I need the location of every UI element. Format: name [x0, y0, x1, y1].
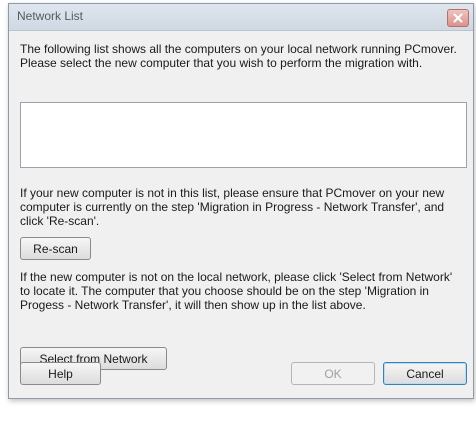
network-list-dialog: Network List The following list shows al…: [8, 3, 474, 399]
dialog-title: Network List: [17, 9, 84, 23]
ok-button[interactable]: OK: [291, 362, 375, 385]
help-button[interactable]: Help: [20, 362, 101, 385]
title-bar[interactable]: Network List: [9, 4, 473, 31]
computer-listbox[interactable]: [20, 102, 467, 168]
close-button[interactable]: [447, 9, 469, 27]
cancel-button[interactable]: Cancel: [383, 362, 467, 385]
close-icon: [453, 13, 463, 23]
not-in-list-text: If your new computer is not in this list…: [20, 186, 445, 228]
rescan-button[interactable]: Re-scan: [20, 237, 91, 260]
intro-text: The following list shows all the compute…: [20, 42, 457, 70]
not-on-network-text: If the new computer is not on the local …: [20, 270, 453, 312]
